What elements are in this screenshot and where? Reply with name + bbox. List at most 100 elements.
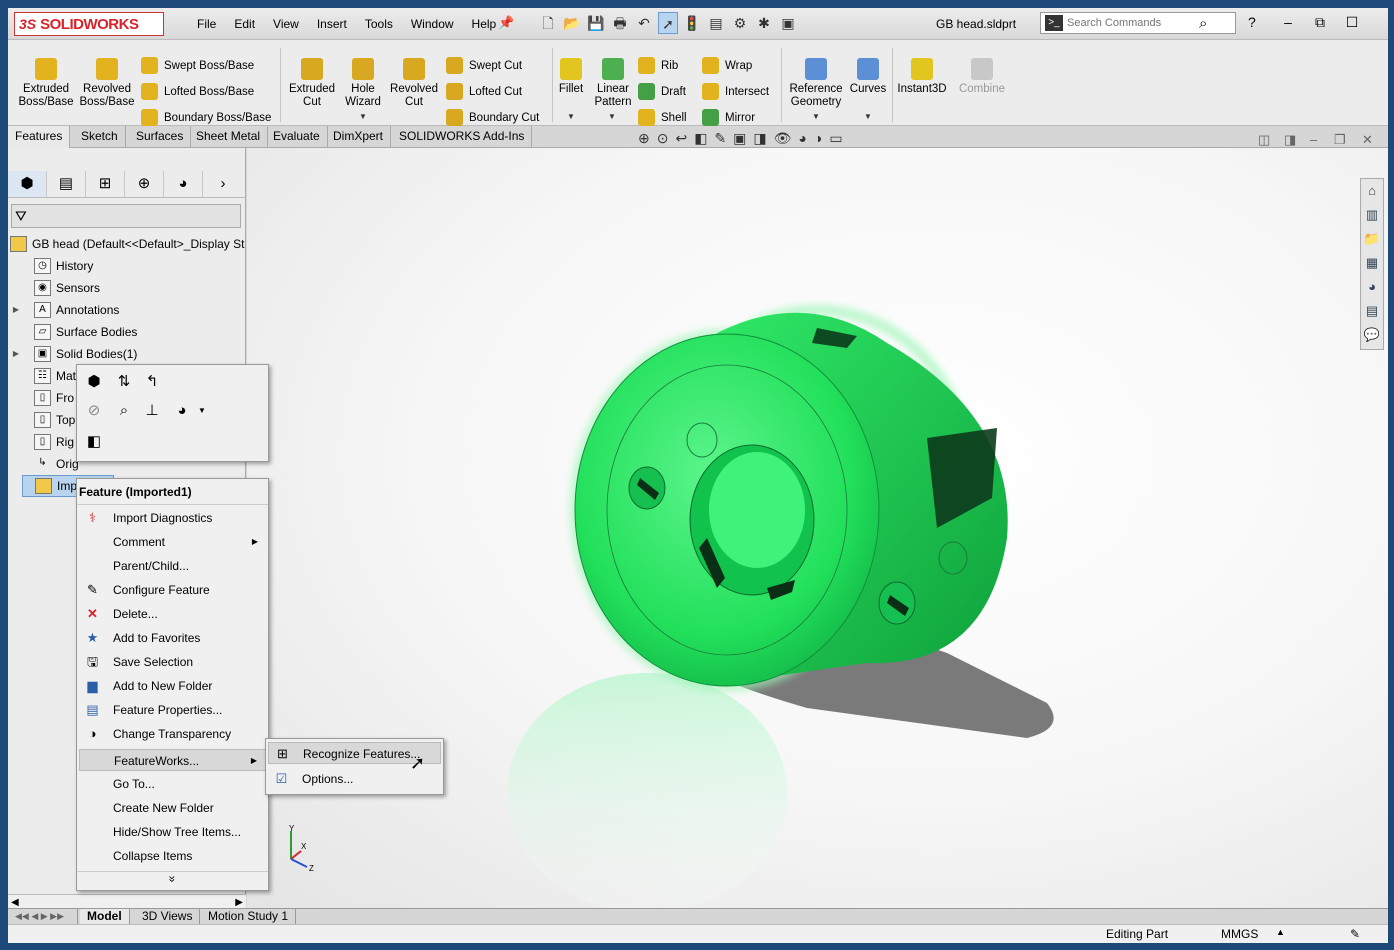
zoom-to-fit-icon[interactable]: ⊕ [638, 130, 650, 147]
view-palette-icon[interactable]: ▦ [1362, 253, 1382, 273]
options-gear-icon[interactable]: ⚙ [730, 12, 750, 34]
extruded-boss-button[interactable]: Extruded Boss/Base [18, 58, 74, 109]
tree-item-top-plane[interactable]: ▯ Top [22, 409, 75, 431]
tab-evaluate[interactable]: Evaluate [266, 126, 328, 148]
menu-item-create-new-folder[interactable]: Create New Folder [79, 797, 266, 819]
solidworks-logo[interactable]: 3S SOLIDWORKS [14, 12, 164, 36]
menu-insert[interactable]: Insert [308, 17, 356, 31]
minimize-icon[interactable]: – [1278, 14, 1298, 31]
forum-icon[interactable]: 💬 [1362, 325, 1382, 345]
configuration-manager-tab-icon[interactable]: ⊞ [86, 170, 125, 197]
tab-features[interactable]: Features [8, 126, 71, 148]
feature-manager-tab-icon[interactable]: ⬢ [8, 170, 47, 197]
hide-show-icon[interactable]: 👁 [774, 130, 792, 147]
units-selector[interactable]: MMGS [1221, 927, 1258, 941]
section-view-icon[interactable]: ◧ [694, 130, 707, 147]
menu-item-parent-child[interactable]: Parent/Child... [79, 555, 266, 577]
scroll-left-icon[interactable]: ◀ [11, 897, 19, 908]
appearance-icon[interactable]: ◕ [171, 400, 193, 422]
dimxpert-manager-tab-icon[interactable]: ⊕ [125, 170, 164, 197]
menu-view[interactable]: View [264, 17, 308, 31]
menu-item-hide-show-tree-items[interactable]: Hide/Show Tree Items... [79, 821, 266, 843]
menu-item-change-transparency[interactable]: ◑ Change Transparency [79, 723, 266, 745]
tree-item-material[interactable]: ☷ Mat [22, 365, 76, 387]
save-icon[interactable]: 💾 [586, 12, 606, 34]
search-input[interactable] [1067, 17, 1197, 29]
customize-icon[interactable]: ✱ [754, 12, 774, 34]
display-manager-tab-icon[interactable]: ◕ [164, 170, 203, 197]
isolate-icon[interactable]: ◧ [83, 431, 105, 453]
menu-item-feature-properties[interactable]: ▤ Feature Properties... [79, 699, 266, 721]
fillet-button[interactable]: Fillet [556, 58, 586, 96]
rib-button[interactable]: Rib [638, 57, 678, 74]
menu-item-add-to-new-folder[interactable]: ▆ Add to New Folder [79, 675, 266, 697]
rollback-icon[interactable]: ⇅ [113, 371, 135, 393]
menu-item-add-to-favorites[interactable]: ★ Add to Favorites [79, 627, 266, 649]
viewport-tile-icon[interactable]: ◫ [1258, 132, 1270, 148]
expand-arrow-icon[interactable]: ▶ [10, 343, 22, 365]
home-icon[interactable]: ⌂ [1362, 181, 1382, 201]
curves-dropdown-icon[interactable]: ▼ [864, 112, 872, 121]
menu-item-configure-feature[interactable]: ✎ Configure Feature [79, 579, 266, 601]
lofted-cut-button[interactable]: Lofted Cut [446, 83, 522, 100]
tree-root-part[interactable]: GB head (Default<<Default>_Display St [10, 233, 244, 255]
expand-menu-icon[interactable]: » [77, 871, 268, 889]
graphics-area[interactable] [247, 148, 1388, 916]
combine-button[interactable]: Combine [956, 58, 1008, 96]
hole-wizard-button[interactable]: Hole Wizard [338, 58, 388, 109]
select-icon[interactable]: ➚ [658, 12, 678, 34]
instant3d-button[interactable]: Instant3D [896, 58, 948, 96]
menu-file[interactable]: File [188, 17, 225, 31]
search-commands[interactable]: >_ ⌕ [1040, 12, 1236, 34]
shell-button[interactable]: Shell [638, 109, 687, 126]
fillet-dropdown-icon[interactable]: ▼ [567, 112, 575, 121]
pin-icon[interactable]: 📌 [498, 15, 514, 31]
display-style-icon[interactable]: ◨ [753, 130, 766, 147]
hide-icon[interactable]: ⊘ [83, 400, 105, 422]
tab-scroll-arrows-icon[interactable]: ◀◀ ◀ ▶ ▶▶ [8, 909, 78, 925]
linear-pattern-dropdown-icon[interactable]: ▼ [608, 112, 616, 121]
revolved-boss-button[interactable]: Revolved Boss/Base [78, 58, 136, 109]
tab-dimxpert[interactable]: DimXpert [326, 126, 392, 148]
tab-surfaces[interactable]: Surfaces [129, 126, 192, 148]
view-orientation-icon[interactable]: ▣ [733, 130, 746, 147]
expand-arrow-icon[interactable]: ▶ [10, 299, 22, 321]
apply-scene-icon[interactable]: ◑ [814, 130, 822, 147]
curves-button[interactable]: Curves [848, 58, 888, 96]
normal-to-icon[interactable]: ⊥ [141, 400, 163, 422]
menu-item-delete[interactable]: ✕ Delete... [79, 603, 266, 625]
open-icon[interactable]: 📂 [562, 12, 582, 34]
dynamic-annotation-icon[interactable]: ✎ [714, 130, 726, 147]
gb-head-part[interactable] [574, 312, 1008, 687]
design-library-icon[interactable]: ▥ [1362, 205, 1382, 225]
swept-boss-button[interactable]: Swept Boss/Base [141, 57, 254, 74]
rebuild-icon[interactable]: 🚦 [682, 12, 702, 34]
viewport-restore-icon[interactable]: ❐ [1334, 132, 1346, 148]
viewport-close-icon[interactable]: ✕ [1362, 132, 1373, 148]
lofted-boss-button[interactable]: Lofted Boss/Base [141, 83, 254, 100]
extruded-cut-button[interactable]: Extruded Cut [284, 58, 340, 109]
appearance-dropdown-icon[interactable]: ▼ [191, 400, 213, 422]
menu-item-collapse-items[interactable]: Collapse Items [79, 845, 266, 867]
edit-feature-icon[interactable]: ⬢ [83, 371, 105, 393]
boundary-cut-button[interactable]: Boundary Cut [446, 109, 539, 126]
tab-model[interactable]: Model [80, 909, 130, 925]
menu-edit[interactable]: Edit [225, 17, 264, 31]
tree-filter[interactable]: ⛛ [11, 204, 241, 228]
view-settings-icon[interactable]: ▭ [829, 130, 842, 147]
edit-appearance-icon[interactable]: ◕ [798, 130, 806, 147]
tab-3d-views[interactable]: 3D Views [135, 909, 201, 925]
tree-item-annotations[interactable]: ▶ A Annotations [10, 299, 119, 321]
previous-view-icon[interactable]: ↩ [675, 130, 687, 147]
appearances-icon[interactable]: ◕ [1362, 277, 1382, 297]
reference-geometry-button[interactable]: Reference Geometry [786, 58, 846, 109]
scroll-right-icon[interactable]: ▶ [235, 897, 243, 908]
menu-item-comment[interactable]: Comment ▶ [79, 531, 266, 553]
menu-tools[interactable]: Tools [356, 17, 402, 31]
menu-window[interactable]: Window [402, 17, 463, 31]
tree-item-surface-bodies[interactable]: ▱ Surface Bodies [22, 321, 137, 343]
pdf-icon[interactable]: ▣ [778, 12, 798, 34]
tree-item-history[interactable]: ◷ History [22, 255, 93, 277]
tab-motion-study-1[interactable]: Motion Study 1 [201, 909, 297, 925]
revert-icon[interactable]: ↰ [141, 371, 163, 393]
